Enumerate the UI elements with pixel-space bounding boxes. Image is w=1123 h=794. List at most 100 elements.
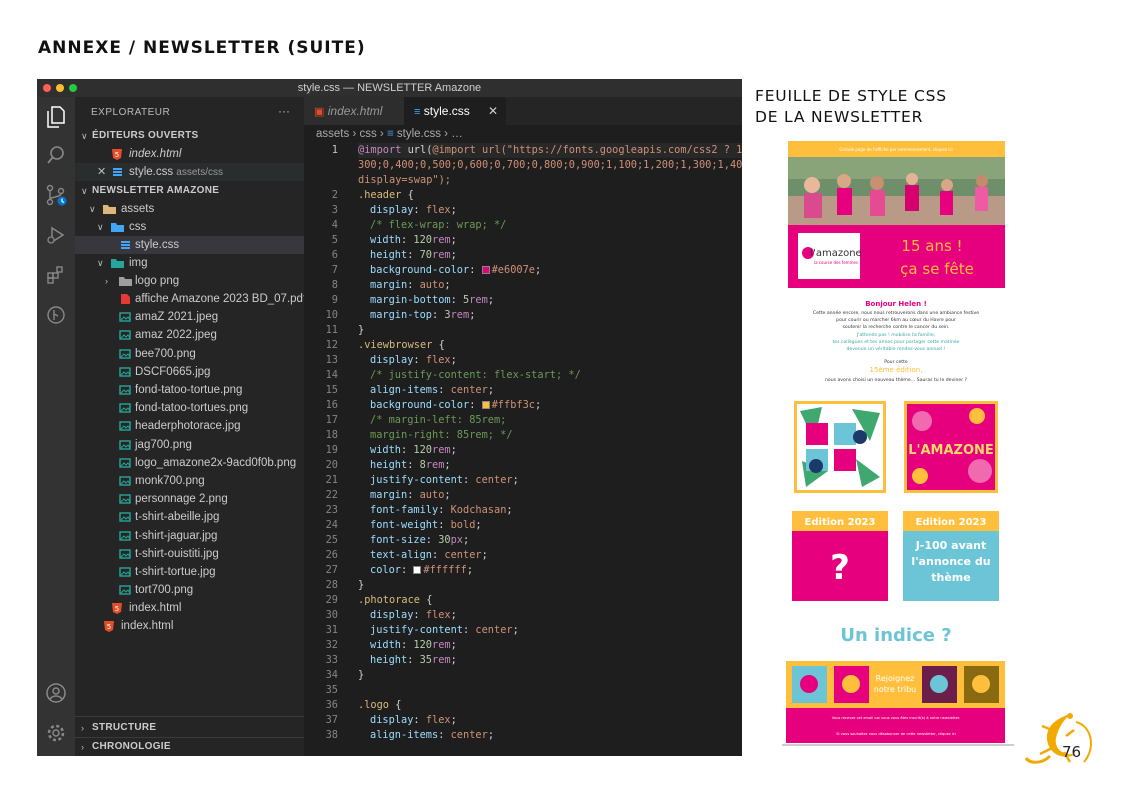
chevron-right-icon: › [105, 276, 108, 286]
anniversary-line-2: ça se fête [900, 260, 974, 278]
project-section[interactable]: ∨ NEWSLETTER AMAZONE [75, 182, 304, 200]
edition-card-2-title: Edition 2023 [916, 517, 987, 528]
img-file-item[interactable]: tort700.png [75, 581, 304, 599]
settings-gear-icon[interactable] [44, 721, 68, 745]
code-line: display: flex; [370, 204, 457, 216]
line-number: 2 [331, 189, 338, 201]
code-line: /* flex-wrap: wrap; */ [370, 219, 507, 231]
code-line: /* margin-left: 85rem; [370, 414, 507, 426]
img-file-item[interactable]: monk700.png [75, 472, 304, 490]
account-icon[interactable] [44, 681, 68, 705]
code-line: .viewbrowser { [358, 339, 445, 351]
greeting: Bonjour Helen ! [865, 300, 927, 308]
image-file-icon [119, 402, 131, 414]
more-actions-icon[interactable]: ··· [278, 104, 290, 118]
code-line: text-align: center; [370, 549, 488, 561]
amazone-logo-text: l'amazone [810, 248, 861, 259]
folder-img[interactable]: ∨ img [75, 254, 304, 272]
hint-heading: Un indice ? [840, 625, 951, 646]
img-file-item[interactable]: bee700.png [75, 345, 304, 363]
countdown-line: l'annonce du [911, 555, 990, 568]
newsletter-preview: Grande page de l'affiche par commencemen… [782, 141, 1014, 746]
code-line: .photorace { [358, 594, 433, 606]
minimize-window-button[interactable] [56, 84, 64, 92]
img-file-item[interactable]: headerphotorace.jpg [75, 417, 304, 435]
line-number: 21 [325, 474, 338, 486]
folder-assets[interactable]: ∨ assets [75, 200, 304, 218]
open-editor-style[interactable]: ✕ style.css assets/css [75, 163, 304, 181]
img-file-item[interactable]: t-shirt-tortue.jpg [75, 563, 304, 581]
search-icon[interactable] [44, 143, 68, 167]
close-tab-icon[interactable]: ✕ [488, 97, 498, 125]
line-number: 22 [325, 489, 338, 501]
file-assets-index[interactable]: 5 index.html [75, 599, 304, 617]
code-line: display=swap"); [358, 174, 451, 186]
close-icon[interactable]: ✕ [97, 163, 106, 181]
folder-logo-png[interactable]: › logo png [75, 272, 304, 290]
breadcrumb-css[interactable]: css [359, 128, 376, 140]
img-file-item[interactable]: t-shirt-ouistiti.jpg [75, 545, 304, 563]
folder-css[interactable]: ∨ css [75, 218, 304, 236]
image-file-icon [119, 366, 131, 378]
newsletter-topbar-text: Grande page de l'affiche par commencemen… [839, 147, 952, 152]
extensions-icon[interactable] [44, 263, 68, 287]
file-root-index[interactable]: 5 index.html [75, 617, 304, 635]
file-style-css[interactable]: style.css [75, 236, 304, 254]
git-graph-icon[interactable] [44, 303, 68, 327]
img-file-item[interactable]: fond-tatoo-tortues.png [75, 399, 304, 417]
open-editor-index[interactable]: 5 index.html [75, 145, 304, 163]
tab-style-css[interactable]: ≡ style.css ✕ [404, 97, 506, 125]
line-number: 9 [331, 294, 338, 306]
timeline-section[interactable]: › CHRONOLOGIE [75, 737, 304, 755]
img-file-item[interactable]: amaz 2022.jpeg [75, 326, 304, 344]
css-file-icon [119, 239, 131, 251]
gecko-logo [1024, 713, 1092, 764]
pour-cette-text: Pour cette [884, 359, 908, 365]
folder-icon [119, 275, 132, 287]
image-file-icon [119, 584, 131, 596]
css-file-icon: ≡ [386, 128, 394, 140]
vscode-window: style.css — NEWSLETTER Amazone EXPLORATE… [37, 79, 742, 756]
code-line: width: 120rem; [370, 234, 457, 246]
line-number: 16 [325, 399, 338, 411]
breadcrumb-file[interactable]: style.css [397, 128, 441, 140]
run-debug-icon[interactable] [44, 223, 68, 247]
svg-text:5: 5 [115, 605, 119, 613]
img-file-item[interactable]: personnage 2.png [75, 490, 304, 508]
image-file-icon [119, 420, 131, 432]
img-file-item[interactable]: amaZ 2021.jpeg [75, 308, 304, 326]
activity-bar [37, 97, 75, 756]
img-file-item[interactable]: DSCF0665.jpg [75, 363, 304, 381]
img-file-item[interactable]: t-shirt-abeille.jpg [75, 508, 304, 526]
code-editor[interactable]: 1 @import url(@import url("https://fonts… [304, 143, 742, 756]
tab-index-html[interactable]: ▣ index.html [304, 97, 404, 125]
code-line: font-size: 30px; [370, 534, 470, 546]
line-number: 29 [325, 594, 338, 606]
img-file-item[interactable]: jag700.png [75, 436, 304, 454]
source-control-icon[interactable] [44, 183, 68, 207]
img-file-item[interactable]: affiche Amazone 2023 BD_07.pdf [75, 290, 306, 308]
maximize-window-button[interactable] [69, 84, 77, 92]
join-tribe-line-1: Rejoignez [876, 674, 915, 683]
explorer-icon[interactable] [44, 105, 68, 129]
code-line: /* justify-content: flex-start; */ [370, 369, 581, 381]
explorer-header: EXPLORATEUR [91, 107, 171, 118]
breadcrumb-assets[interactable]: assets [316, 128, 349, 140]
editor-tabs: ▣ index.html ≡ style.css ✕ [304, 97, 742, 125]
img-file-item[interactable]: fond-tatoo-tortue.png [75, 381, 304, 399]
code-line: height: 8rem; [370, 459, 451, 471]
line-number: 7 [331, 264, 338, 276]
open-editors-section[interactable]: ∨ ÉDITEURS OUVERTS [75, 127, 304, 145]
folder-image-icon [111, 257, 124, 269]
countdown-line: J-100 avant [915, 539, 987, 552]
structure-section[interactable]: › STRUCTURE [75, 719, 304, 737]
image-file-icon [119, 457, 131, 469]
img-file-item[interactable]: logo_amazone2x-9acd0f0b.png [75, 454, 304, 472]
anniversary-line-1: 15 ans ! [901, 237, 962, 255]
line-number: 34 [325, 669, 338, 681]
breadcrumb-more[interactable]: … [451, 128, 463, 140]
line-number: 3 [331, 204, 338, 216]
close-window-button[interactable] [43, 84, 51, 92]
chevron-down-icon: ∨ [97, 258, 104, 268]
img-file-item[interactable]: t-shirt-jaguar.jpg [75, 527, 304, 545]
